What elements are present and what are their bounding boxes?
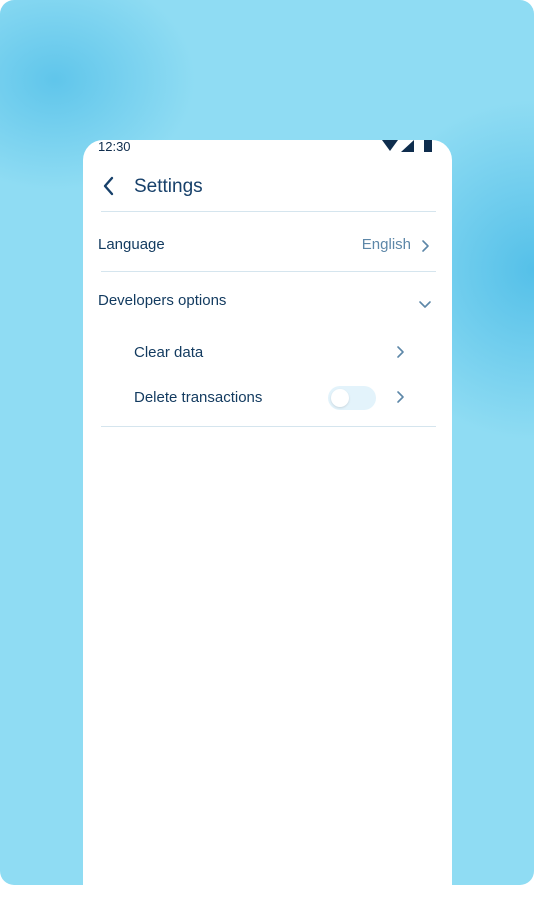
clear-data-row[interactable]: Clear data <box>83 338 452 370</box>
status-time: 12:30 <box>98 140 131 154</box>
chevron-right-icon <box>422 240 429 252</box>
toggle-knob <box>331 389 349 407</box>
divider <box>101 271 436 272</box>
cellular-signal-icon <box>401 140 414 152</box>
divider <box>101 426 436 427</box>
developers-options-label: Developers options <box>98 292 227 309</box>
page-title: Settings <box>134 176 203 197</box>
clear-data-label: Clear data <box>134 344 204 361</box>
language-label: Language <box>98 236 165 253</box>
header-bar: Settings <box>83 164 452 210</box>
battery-icon <box>424 140 432 152</box>
delete-transactions-row[interactable]: Delete transactions <box>83 383 452 415</box>
status-icons <box>382 140 433 152</box>
chevron-right-icon <box>397 346 404 358</box>
developers-options-row[interactable]: Developers options <box>83 286 452 320</box>
language-value: English <box>361 236 411 253</box>
language-row[interactable]: Language English <box>83 228 452 262</box>
chevron-right-icon <box>397 391 404 403</box>
phone-screen: 12:30 Settings Language English Develope… <box>83 140 452 900</box>
chevron-down-icon <box>419 301 431 308</box>
wifi-icon <box>382 140 398 151</box>
chevron-left-icon[interactable] <box>99 174 119 198</box>
delete-transactions-label: Delete transactions <box>134 389 263 406</box>
divider <box>101 211 436 212</box>
delete-transactions-toggle[interactable] <box>328 386 376 410</box>
status-bar: 12:30 <box>83 140 452 156</box>
